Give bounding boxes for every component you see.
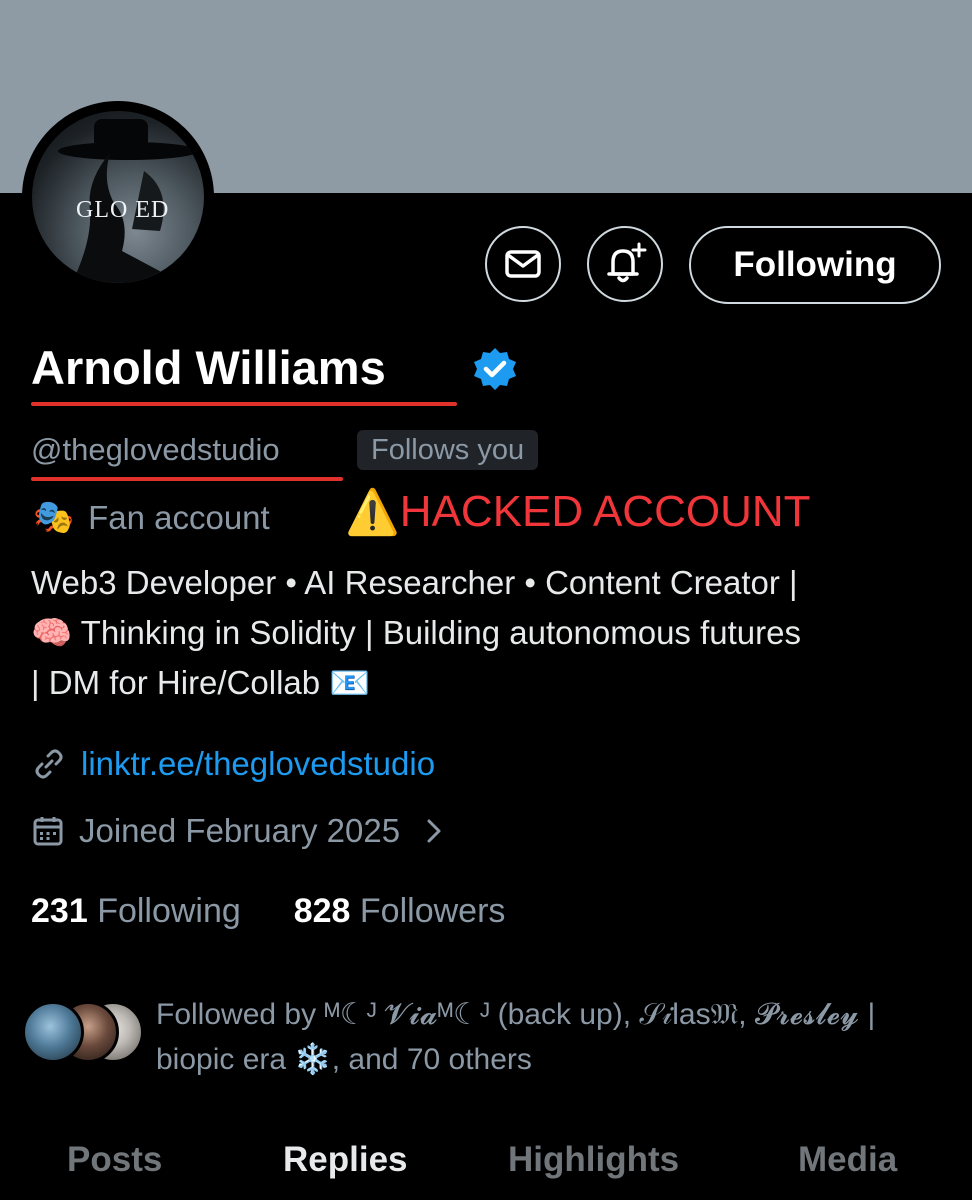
display-name: Arnold Williams	[31, 341, 386, 394]
logo-text: GLO ED	[76, 197, 170, 223]
message-button[interactable]	[485, 226, 561, 302]
followed-by-text[interactable]: Followed by ᴹ☾ᴶ 𝓥𝓲𝓪ᴹ☾ᴶ (back up), 𝒮𝒾las𝔐…	[156, 992, 956, 1082]
followers-count: 828	[293, 892, 351, 930]
category-label: Fan account	[88, 498, 270, 536]
hacked-account-annotation: ⚠️ HACKED ACCOUNT	[345, 486, 811, 538]
envelope-icon	[505, 250, 541, 278]
warning-icon: ⚠️	[345, 488, 400, 537]
bio-line: Web3 Developer • AI Researcher • Content…	[31, 564, 798, 601]
theater-masks-icon: 🎭	[33, 498, 75, 535]
chevron-right-icon	[427, 819, 441, 843]
followers-stat[interactable]: 828 Followers	[294, 892, 506, 930]
profile-link[interactable]: linktr.ee/theglovedstudio	[81, 745, 435, 783]
tab-media[interactable]: Media	[798, 1140, 897, 1180]
mutual-follower-avatar[interactable]	[22, 1001, 84, 1063]
profile-category: 🎭 Fan account	[33, 498, 270, 537]
calendar-icon	[33, 817, 63, 846]
followers-label: Followers	[359, 892, 506, 930]
tab-posts[interactable]: Posts	[67, 1140, 162, 1180]
following-label: Following	[97, 892, 241, 930]
following-count: 231	[31, 892, 88, 930]
bell-plus-icon	[607, 242, 647, 283]
profile-link-row[interactable]: linktr.ee/theglovedstudio	[33, 745, 435, 783]
following-stat[interactable]: 231 Following	[31, 892, 250, 930]
handle: @theglovedstudio	[31, 432, 280, 467]
joined-date-row[interactable]: Joined February 2025	[33, 812, 444, 850]
bio-line: 🧠 Thinking in Solidity | Building autono…	[31, 614, 801, 651]
annotation-text: HACKED ACCOUNT	[399, 487, 811, 536]
name-annotation-underline	[31, 402, 457, 406]
bio-line: | DM for Hire/Collab 📧	[31, 664, 371, 701]
notify-button[interactable]	[587, 226, 663, 302]
gloved-studio-logo: GLO ED	[32, 111, 204, 283]
joined-date: Joined February 2025	[79, 812, 401, 849]
follow-stats: 231 Following 828 Followers	[31, 892, 505, 931]
profile-bio: Web3 Developer • AI Researcher • Content…	[31, 558, 956, 708]
profile-avatar[interactable]: GLO ED	[22, 101, 214, 293]
follows-you-badge: Follows you	[357, 430, 539, 470]
tab-replies[interactable]: Replies	[283, 1140, 408, 1180]
tab-highlights[interactable]: Highlights	[508, 1140, 679, 1180]
followed-by-line: biopic era ❄️, and 70 others	[156, 1043, 532, 1076]
verified-badge-icon	[474, 348, 516, 390]
following-button[interactable]: Following	[689, 226, 941, 304]
handle-annotation-underline	[31, 477, 343, 481]
followed-by-line: Followed by ᴹ☾ᴶ 𝓥𝓲𝓪ᴹ☾ᴶ (back up), 𝒮𝒾las𝔐…	[156, 998, 876, 1031]
link-icon	[35, 749, 63, 779]
